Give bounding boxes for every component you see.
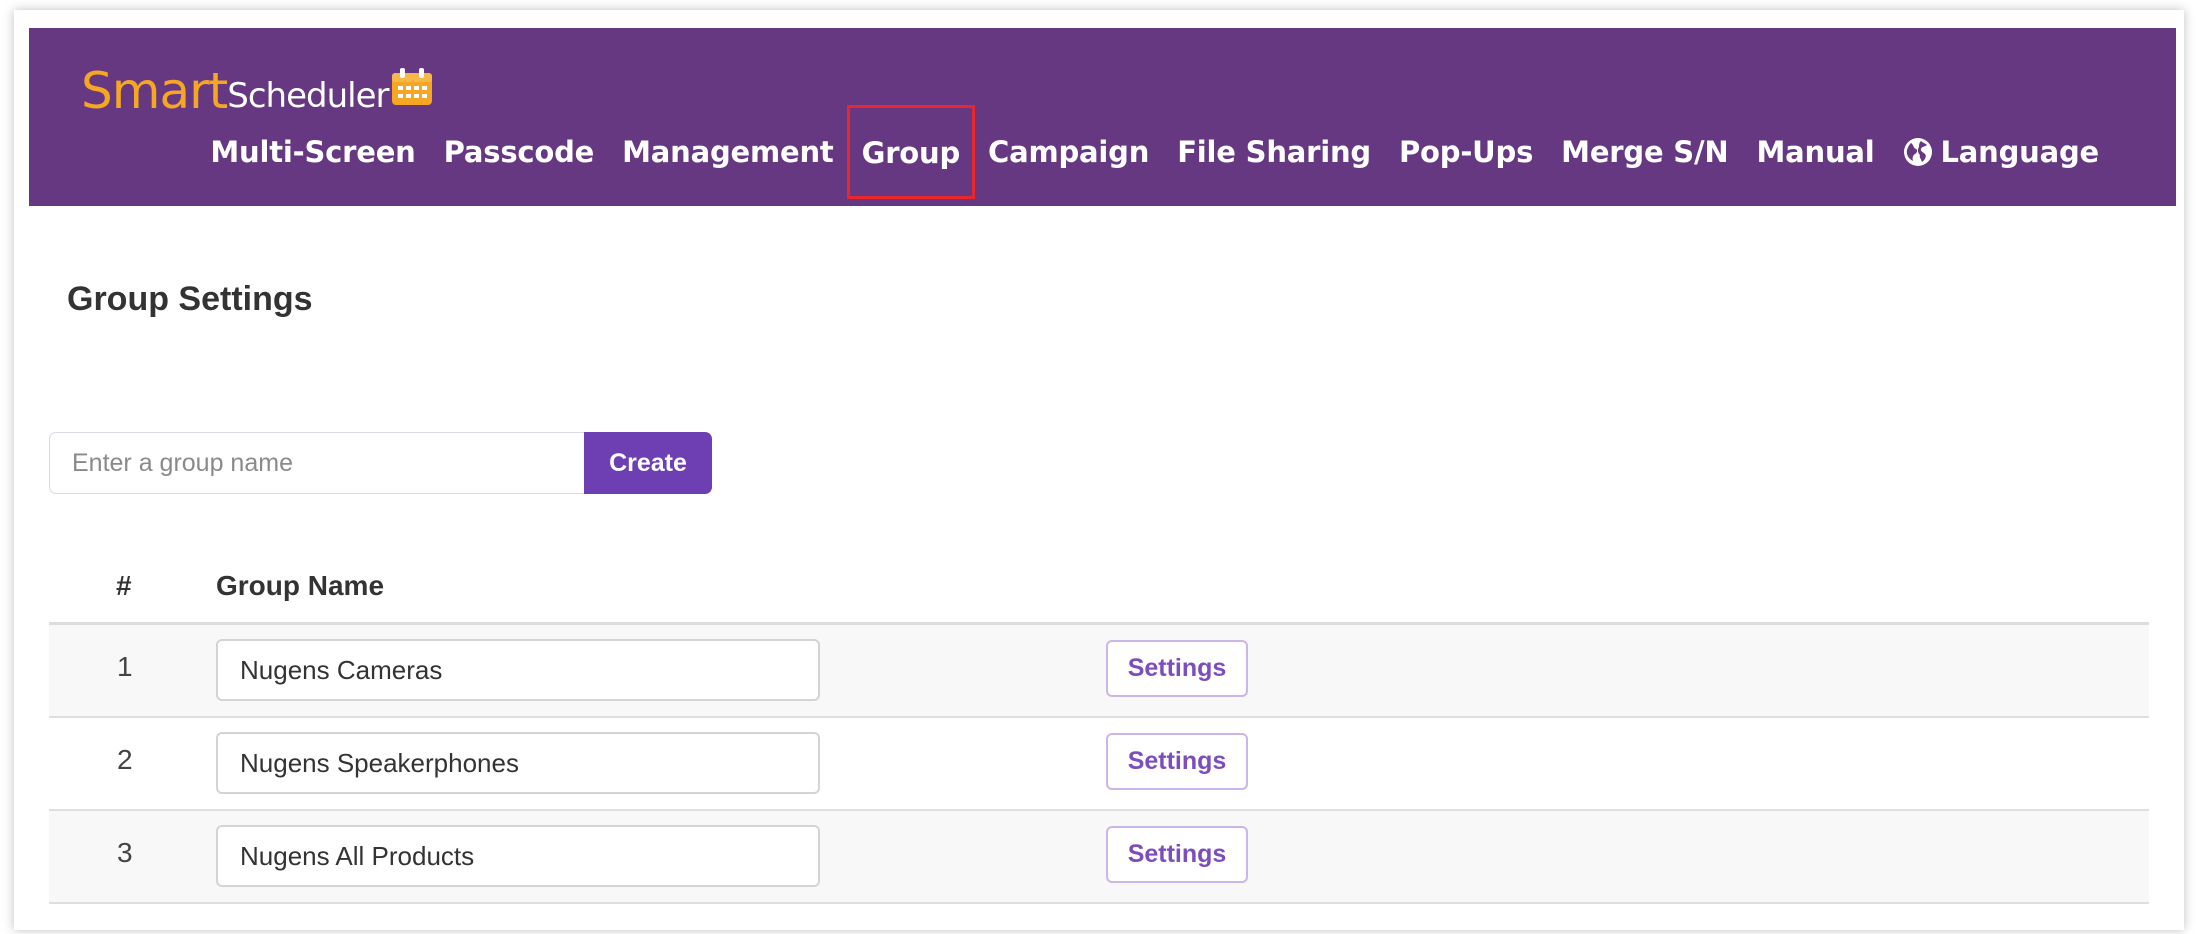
create-button[interactable]: Create <box>584 432 712 494</box>
nav-merge-sn[interactable]: Merge S/N <box>1547 135 1742 169</box>
nav-management[interactable]: Management <box>608 135 847 169</box>
header-group-name: Group Name <box>216 570 385 601</box>
group-name-input[interactable] <box>49 432 584 494</box>
page-title: Group Settings <box>67 280 313 318</box>
create-group-form: Create <box>49 432 712 494</box>
nav-multi-screen[interactable]: Multi-Screen <box>196 135 429 169</box>
row-number: 3 <box>117 837 133 868</box>
nav-language[interactable]: Language <box>1889 135 2114 169</box>
nav-file-sharing[interactable]: File Sharing <box>1163 135 1385 169</box>
nav-pop-ups[interactable]: Pop-Ups <box>1385 135 1547 169</box>
header-number: # <box>116 570 132 601</box>
settings-button[interactable]: Settings <box>1106 640 1248 697</box>
row-number: 2 <box>117 744 133 775</box>
group-name-field[interactable] <box>216 639 820 701</box>
nav-group[interactable]: Group <box>846 105 976 199</box>
table-header: # Group Name <box>49 548 2149 625</box>
nav-campaign[interactable]: Campaign <box>974 135 1163 169</box>
settings-button[interactable]: Settings <box>1106 826 1248 883</box>
settings-button[interactable]: Settings <box>1106 733 1248 790</box>
groups-table: # Group Name 1 Settings 2 Settings 3 Set… <box>49 548 2149 904</box>
globe-icon <box>1903 138 1932 166</box>
nav-language-label: Language <box>1940 135 2100 169</box>
table-row: 1 Settings <box>49 625 2149 718</box>
main-nav: Multi-Screen Passcode Management Group C… <box>196 102 2113 202</box>
table-row: 2 Settings <box>49 718 2149 811</box>
nav-passcode[interactable]: Passcode <box>430 135 609 169</box>
group-name-field[interactable] <box>216 825 820 887</box>
row-number: 1 <box>117 651 133 682</box>
table-row: 3 Settings <box>49 811 2149 904</box>
nav-manual[interactable]: Manual <box>1742 135 1888 169</box>
group-name-field[interactable] <box>216 732 820 794</box>
top-navbar: Smart Scheduler Multi-Screen Passcode Ma… <box>29 28 2176 206</box>
